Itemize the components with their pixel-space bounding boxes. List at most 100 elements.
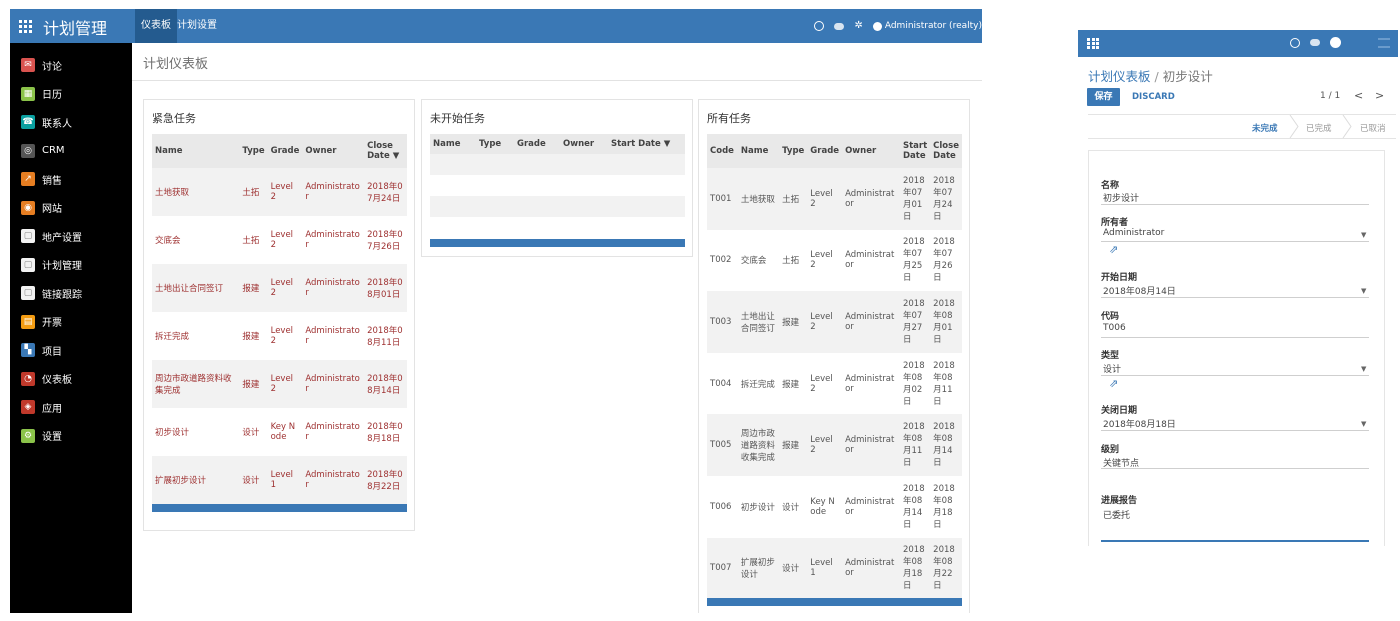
nav-plan-settings[interactable]: 计划设置 bbox=[177, 9, 217, 43]
table-row[interactable]: T003 土地出让合同签订 报建 Level 2 Administrator 2018年0… bbox=[707, 291, 962, 353]
table-row[interactable]: T005 周边市政道路资料收集完成 报建 Level 2 Administrator 20… bbox=[707, 414, 962, 476]
start-date-label: 开始日期 bbox=[1101, 273, 1138, 283]
grade-label: 级别 bbox=[1101, 445, 1120, 455]
table-row[interactable]: 扩展初步设计 设计 Level 1 Administrator 2018年08月22日 bbox=[152, 456, 407, 504]
pager-next-button[interactable]: > bbox=[1375, 89, 1384, 102]
dropdown-caret-icon[interactable]: ▼ bbox=[1361, 365, 1366, 373]
sidebar-item[interactable]: ◔ 仪表板 bbox=[10, 365, 132, 393]
table-cell: 交底会 bbox=[155, 236, 181, 246]
activity-icon[interactable] bbox=[814, 21, 825, 31]
dropdown-caret-icon[interactable]: ▼ bbox=[1361, 231, 1366, 239]
debug-icon[interactable]: ✲ bbox=[854, 21, 862, 31]
start-date-field[interactable]: 2018年08月14日 bbox=[1103, 284, 1176, 297]
urgent-tasks-panel: 紧急任务 Name Type Grade Owner Close Date ▼ 土地获取土… bbox=[143, 99, 415, 531]
table-cell: Administrator bbox=[302, 264, 365, 312]
pager-prev-button[interactable]: < bbox=[1354, 89, 1363, 102]
apps-grid-icon[interactable] bbox=[1087, 38, 1100, 49]
owner-field[interactable]: Administrator bbox=[1103, 228, 1164, 238]
table-cell bbox=[430, 196, 685, 217]
table-row[interactable]: 土地获取 土拓 Level 2 Administrator 2018年07月24日 bbox=[152, 168, 407, 216]
stage-cancelled[interactable]: 已取消 bbox=[1360, 122, 1386, 134]
website-icon: ◉ bbox=[21, 200, 35, 215]
progress-report-field[interactable]: 已委托 bbox=[1103, 508, 1130, 521]
column-header[interactable]: Owner bbox=[842, 134, 900, 168]
column-header[interactable]: Owner bbox=[560, 134, 608, 154]
table-cell: T001 bbox=[707, 168, 738, 230]
column-header[interactable]: Start Date ▼ bbox=[608, 134, 685, 154]
breadcrumb-current: 初步设计 bbox=[1162, 69, 1213, 84]
table-row[interactable]: T007 扩展初步设计 设计 Level 1 Administrator 2018年08月… bbox=[707, 537, 962, 600]
user-menu[interactable]: Administrator (realty) bbox=[872, 21, 982, 31]
top-navbar bbox=[1078, 30, 1398, 57]
column-header[interactable]: Close Date bbox=[930, 134, 962, 168]
dropdown-caret-icon[interactable]: ▼ bbox=[1361, 420, 1366, 428]
field-underline bbox=[1101, 204, 1369, 205]
table-cell: 土地出让合同签订 bbox=[737, 291, 780, 353]
table-row[interactable]: T004 拆迁完成 报建 Level 2 Administrator 2018年08月02… bbox=[707, 353, 962, 415]
table-row[interactable]: 初步设计 设计 Key Node Administrator 2018年08月18日 bbox=[152, 408, 407, 456]
name-field[interactable]: 初步设计 bbox=[1103, 191, 1139, 204]
hamburger-menu-icon[interactable] bbox=[1378, 38, 1390, 48]
table-row[interactable]: 土地出让合同签订 报建 Level 2 Administrator 2018年08月01… bbox=[152, 264, 407, 312]
not-started-tasks-panel: 未开始任务 Name Type Grade Owner Start Date ▼ bbox=[421, 99, 693, 257]
sidebar-item[interactable]: ◉ 网站 bbox=[10, 194, 132, 222]
column-header[interactable]: Start Date bbox=[899, 134, 931, 168]
sidebar-item[interactable]: ↗ 销售 bbox=[10, 165, 132, 193]
sidebar-item[interactable]: ⚙ 设置 bbox=[10, 422, 132, 450]
column-header[interactable]: Code bbox=[707, 134, 738, 168]
table-row[interactable]: T001 土地获取 土拓 Level 2 Administrator 2018年07月01… bbox=[707, 168, 962, 230]
table-cell: 2018年08月11日 bbox=[367, 326, 403, 348]
dropdown-caret-icon[interactable]: ▼ bbox=[1361, 287, 1366, 295]
column-header[interactable]: Type bbox=[239, 134, 268, 168]
close-date-field[interactable]: 2018年08月18日 bbox=[1103, 417, 1176, 430]
column-header[interactable]: Name bbox=[152, 134, 240, 168]
messages-icon[interactable] bbox=[1310, 39, 1320, 46]
sidebar-item[interactable]: ▢ 计划管理 bbox=[10, 251, 132, 279]
sidebar-item[interactable]: ✉ 讨论 bbox=[10, 51, 132, 79]
activity-icon[interactable] bbox=[1290, 37, 1300, 48]
avatar[interactable] bbox=[1330, 37, 1341, 48]
nav-dashboard[interactable]: 仪表板 bbox=[135, 9, 177, 43]
top-navbar: 计划管理 仪表板 计划设置 ✲ Administrator (realty) bbox=[10, 9, 982, 43]
sidebar-item[interactable]: ☎ 联系人 bbox=[10, 108, 132, 136]
sidebar-item[interactable]: ▤ 开票 bbox=[10, 308, 132, 336]
table-row[interactable]: 交底会 土拓 Level 2 Administrator 2018年07月26日 bbox=[152, 216, 407, 264]
column-header[interactable]: Type bbox=[779, 134, 808, 168]
table-cell: Level 2 bbox=[270, 230, 294, 250]
table-cell: Level 2 bbox=[807, 168, 843, 230]
column-header[interactable]: Close Date ▼ bbox=[364, 134, 407, 168]
code-field[interactable]: T006 bbox=[1103, 323, 1126, 333]
table-cell: 土地出让合同签订 bbox=[152, 264, 240, 312]
stage-incomplete[interactable]: 未完成 bbox=[1252, 122, 1278, 134]
external-link-icon[interactable]: ⇗ bbox=[1109, 377, 1123, 390]
sidebar-item[interactable]: ▢ 地产设置 bbox=[10, 222, 132, 250]
table-row[interactable]: T002 交底会 土拓 Level 2 Administrator 2018年07月25日… bbox=[707, 230, 962, 292]
column-header[interactable]: Type bbox=[476, 134, 514, 154]
type-field[interactable]: 设计 bbox=[1103, 362, 1121, 375]
column-header[interactable]: Grade bbox=[807, 134, 843, 168]
table-cell: 2018年07月01日 bbox=[899, 168, 931, 230]
column-header[interactable]: Grade bbox=[267, 134, 303, 168]
apps-grid-icon[interactable] bbox=[19, 20, 32, 33]
column-header[interactable]: Name bbox=[737, 134, 780, 168]
sidebar-item[interactable]: ▦ 日历 bbox=[10, 80, 132, 108]
discard-button[interactable]: DISCARD bbox=[1132, 92, 1175, 102]
sidebar-item[interactable]: ▢ 链接跟踪 bbox=[10, 279, 132, 307]
name-label: 名称 bbox=[1101, 181, 1120, 191]
table-row[interactable]: 拆迁完成 报建 Level 2 Administrator 2018年08月11日 bbox=[152, 312, 407, 360]
column-header[interactable]: Grade bbox=[514, 134, 560, 154]
column-header[interactable]: Name bbox=[430, 134, 476, 154]
table-cell: Administrator bbox=[842, 414, 900, 476]
table-row[interactable]: T006 初步设计 设计 Key Node Administrator 2018年08月1… bbox=[707, 476, 962, 538]
sidebar-item[interactable]: ▚ 项目 bbox=[10, 336, 132, 364]
sidebar-item[interactable]: ◎ CRM bbox=[10, 137, 132, 165]
sidebar-item[interactable]: ◈ 应用 bbox=[10, 393, 132, 421]
column-header[interactable]: Owner bbox=[302, 134, 365, 168]
form-window: 计划仪表板 / 初步设计 保存 DISCARD 1 / 1 < > 未完成 已完成 … bbox=[1078, 30, 1398, 546]
stage-done[interactable]: 已完成 bbox=[1306, 122, 1332, 134]
table-row[interactable]: 周边市政道路资料收集完成 报建 Level 2 Administrator 2018年0… bbox=[152, 360, 407, 408]
breadcrumb-link[interactable]: 计划仪表板 bbox=[1088, 69, 1151, 84]
save-button[interactable]: 保存 bbox=[1087, 88, 1120, 106]
external-link-icon[interactable]: ⇗ bbox=[1109, 243, 1123, 256]
messages-icon[interactable] bbox=[834, 22, 845, 30]
